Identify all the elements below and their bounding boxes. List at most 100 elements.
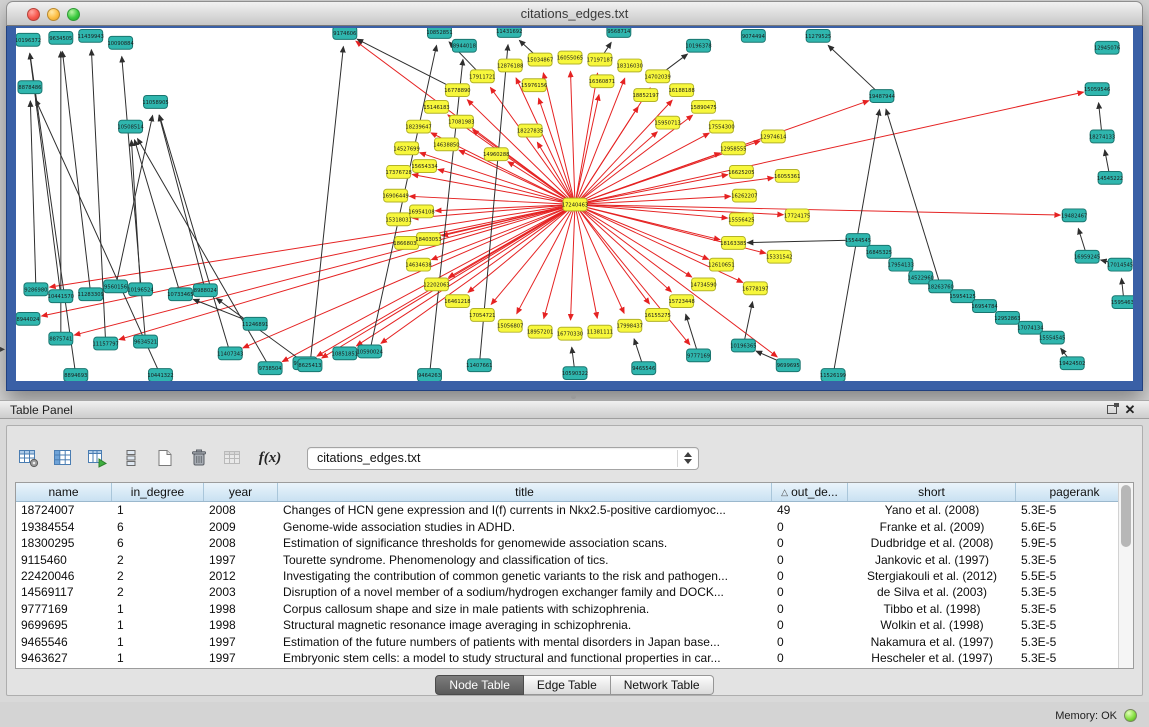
table-cell[interactable]: 2008 — [204, 536, 278, 550]
graph-node[interactable]: 9074494 — [741, 29, 765, 42]
create-column-icon[interactable] — [151, 444, 179, 472]
table-row[interactable]: 1830029562008Estimation of significance … — [16, 535, 1133, 551]
import-table-icon[interactable] — [83, 444, 111, 472]
table-cell[interactable]: 6 — [112, 520, 204, 534]
table-cell[interactable]: 5.3E-5 — [1016, 503, 1133, 517]
graph-node[interactable]: 14702039 — [645, 70, 671, 83]
graph-edge[interactable] — [30, 101, 35, 285]
table-row[interactable]: 911546021997Tourette syndrome. Phenomeno… — [16, 551, 1133, 567]
graph-node[interactable]: 15034867 — [527, 53, 553, 66]
graph-node[interactable]: 12958555 — [720, 142, 746, 155]
graph-edge[interactable] — [578, 207, 671, 292]
table-cell[interactable]: 1998 — [204, 602, 278, 616]
table-cell[interactable]: 2 — [112, 585, 204, 599]
graph-node[interactable]: 14527699 — [393, 142, 419, 155]
table-cell[interactable]: 1 — [112, 651, 204, 665]
graph-node[interactable]: 14638850 — [433, 138, 459, 151]
table-cell[interactable]: 0 — [772, 651, 848, 665]
graph-node[interactable]: 10196372 — [16, 33, 41, 46]
graph-node[interactable]: 16959245 — [1074, 250, 1100, 263]
graph-node[interactable]: 18263760 — [928, 280, 954, 293]
graph-node[interactable]: 9634521 — [134, 335, 158, 348]
graph-node[interactable]: 11381111 — [587, 325, 613, 338]
graph-edge[interactable] — [36, 100, 159, 372]
column-header-year[interactable]: year — [204, 483, 278, 501]
table-cell[interactable]: 9463627 — [16, 651, 112, 665]
table-cell[interactable]: de Silva et al. (2003) — [848, 585, 1016, 599]
table-cell[interactable]: Yano et al. (2008) — [848, 503, 1016, 517]
graph-node[interactable]: 15331542 — [766, 250, 792, 263]
table-cell[interactable]: 6 — [112, 536, 204, 550]
graph-node[interactable]: 10590024 — [357, 345, 383, 358]
table-cell[interactable]: 0 — [772, 536, 848, 550]
graph-node[interactable]: 10196524 — [127, 283, 153, 296]
graph-edge[interactable] — [571, 208, 575, 319]
graph-edge[interactable] — [570, 71, 574, 200]
graph-node[interactable]: 8944024 — [16, 312, 40, 325]
graph-node[interactable]: 16906449 — [382, 189, 408, 202]
graph-node[interactable]: 9464263 — [418, 369, 442, 381]
graph-node[interactable]: 9174606 — [333, 28, 357, 39]
graph-node[interactable]: 10852851 — [426, 28, 452, 38]
graph-edge[interactable] — [1078, 229, 1086, 253]
graph-edge[interactable] — [747, 240, 854, 243]
table-cell[interactable]: 2003 — [204, 585, 278, 599]
formula-builder-button[interactable]: f(x) — [253, 444, 287, 472]
graph-node[interactable]: 15723448 — [668, 295, 694, 308]
graph-node[interactable]: 17054721 — [469, 309, 495, 322]
graph-node[interactable]: 15146183 — [423, 100, 449, 113]
graph-node[interactable]: 10196378 — [685, 39, 711, 52]
table-cell[interactable]: 1 — [112, 635, 204, 649]
graph-edge[interactable] — [412, 174, 571, 203]
graph-node[interactable]: 16055065 — [557, 51, 583, 64]
table-cell[interactable]: 1 — [112, 602, 204, 616]
column-header-title[interactable]: title — [278, 483, 772, 501]
table-cell[interactable]: Investigating the contribution of common… — [278, 569, 772, 583]
table-cell[interactable]: 5.9E-5 — [1016, 536, 1133, 550]
graph-node[interactable]: 8875741 — [49, 332, 73, 345]
graph-node[interactable]: 17081983 — [448, 115, 474, 128]
graph-node[interactable]: 10441322 — [147, 369, 173, 381]
column-header-out-de-[interactable]: △out_de... — [772, 483, 848, 501]
table-cell[interactable]: 5.3E-5 — [1016, 553, 1133, 567]
graph-node[interactable]: 17911721 — [469, 70, 495, 83]
graph-node[interactable]: 12974614 — [760, 130, 786, 143]
graph-edge[interactable] — [572, 347, 575, 369]
table-cell[interactable]: Dudbridge et al. (2008) — [848, 536, 1016, 550]
close-panel-icon[interactable]: ✕ — [1121, 403, 1139, 417]
table-cell[interactable]: 18300295 — [16, 536, 112, 550]
graph-node[interactable]: 12876188 — [497, 59, 523, 72]
graph-node[interactable]: 11526199 — [820, 369, 846, 381]
graph-edge[interactable] — [74, 206, 571, 336]
graph-node[interactable]: 18227835 — [517, 124, 543, 137]
table-row[interactable]: 1456911722003Disruption of a novel membe… — [16, 584, 1133, 600]
graph-edge[interactable] — [1105, 150, 1110, 174]
graph-node[interactable]: 9560156 — [104, 280, 128, 293]
graph-edge[interactable] — [159, 115, 229, 349]
table-cell[interactable]: 0 — [772, 520, 848, 534]
graph-node[interactable]: 11157797 — [93, 337, 119, 350]
graph-edge[interactable] — [634, 339, 642, 365]
graph-node[interactable]: 18852197 — [633, 89, 659, 102]
graph-node[interactable]: 17998437 — [617, 319, 643, 332]
graph-node[interactable]: 10441570 — [48, 290, 74, 303]
graph-node[interactable]: 16770330 — [557, 327, 583, 340]
table-cell[interactable]: Changes of HCN gene expression and I(f) … — [278, 503, 772, 517]
graph-node[interactable]: 9699695 — [776, 359, 800, 372]
graph-node[interactable]: 17074134 — [1017, 321, 1043, 334]
graph-node[interactable]: 9465546 — [632, 362, 656, 375]
table-cell[interactable]: 5.3E-5 — [1016, 635, 1133, 649]
table-vertical-scrollbar[interactable] — [1118, 483, 1133, 668]
column-header-name[interactable]: name — [16, 483, 112, 501]
graph-edge[interactable] — [539, 98, 574, 201]
graph-node[interactable]: 18957201 — [527, 325, 553, 338]
column-header-short[interactable]: short — [848, 483, 1016, 501]
graph-node[interactable]: 15544545 — [845, 234, 871, 247]
graph-node[interactable]: 15976156 — [521, 79, 547, 92]
graph-node[interactable]: 10508514 — [117, 120, 143, 133]
table-cell[interactable]: 2009 — [204, 520, 278, 534]
table-cell[interactable]: Embryonic stem cells: a model to study s… — [278, 651, 772, 665]
splitter-collapse-arrow[interactable]: ▸ — [0, 344, 5, 355]
table-mode-icon[interactable] — [15, 444, 43, 472]
window-titlebar[interactable]: citations_edges.txt — [6, 1, 1143, 26]
